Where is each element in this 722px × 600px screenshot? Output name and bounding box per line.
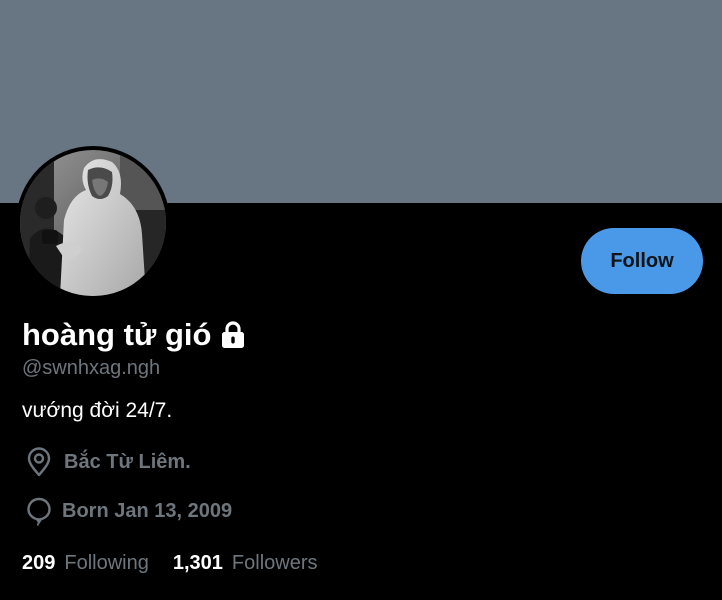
balloon-icon	[24, 496, 54, 527]
following-link[interactable]: 209 Following	[22, 549, 149, 577]
followers-count: 1,301	[172, 552, 223, 574]
display-name: hoàng tử gió	[22, 317, 212, 352]
following-count: 209	[22, 552, 56, 574]
lock-icon	[218, 320, 248, 350]
profile-name-row: hoàng tử gió	[22, 315, 248, 355]
location-pin-icon	[24, 447, 54, 477]
following-label: Following	[64, 552, 149, 574]
followers-label: Followers	[231, 552, 318, 574]
birth-date-text: Born Jan 13, 2009	[62, 500, 233, 522]
profile-birth-date: Born Jan 13, 2009	[24, 496, 233, 527]
avatar-image	[20, 150, 166, 296]
avatar[interactable]	[16, 146, 170, 300]
profile-handle: @swnhxag.ngh	[22, 357, 161, 379]
profile-location: Bắc Từ Liêm.	[24, 447, 191, 477]
followers-link[interactable]: 1,301 Followers	[173, 549, 318, 577]
follow-button[interactable]: Follow	[581, 228, 703, 294]
profile-stats: 209 Following 1,301 Followers	[22, 549, 318, 577]
profile-bio: vướng đời 24/7.	[22, 399, 173, 422]
location-text: Bắc Từ Liêm.	[64, 451, 191, 473]
